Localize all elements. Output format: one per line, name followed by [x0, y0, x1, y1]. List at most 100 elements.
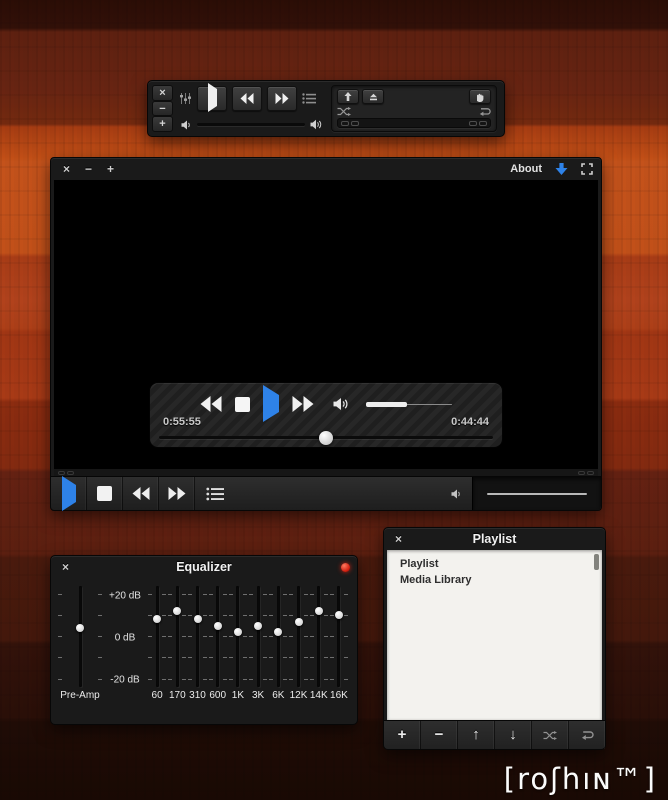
eq-scale: +20 dB0 dB-20 dB — [103, 588, 147, 688]
eq-slider[interactable] — [57, 586, 103, 687]
eq-slider[interactable] — [187, 586, 207, 687]
seek-left-handle[interactable] — [341, 121, 359, 126]
mini-volume-slider[interactable] — [197, 123, 305, 126]
video-area[interactable]: 0:55:55 0:44:44 — [54, 180, 598, 469]
overlay-seek-handle[interactable] — [319, 431, 333, 445]
main-titlebar[interactable]: × − + About — [51, 158, 601, 180]
eq-handle[interactable] — [295, 618, 303, 626]
eq-slider[interactable] — [228, 586, 248, 687]
eq-scale-label: 0 dB — [103, 633, 147, 644]
up-arrow-button[interactable] — [337, 89, 359, 104]
eq-handle[interactable] — [335, 611, 343, 619]
shuffle-icon[interactable] — [337, 107, 351, 116]
eq-handle[interactable] — [315, 607, 323, 615]
download-arrow-icon[interactable] — [555, 163, 568, 175]
eq-handle[interactable] — [76, 624, 84, 632]
eq-handle[interactable] — [153, 615, 161, 623]
seek-right-handle[interactable] — [469, 121, 487, 126]
overlay-volume-slider[interactable] — [366, 402, 452, 407]
eq-band-label: 310 — [189, 687, 206, 704]
volume-icon[interactable] — [333, 397, 349, 411]
minimize-button[interactable]: − — [81, 163, 96, 175]
rewind-icon[interactable] — [200, 396, 222, 412]
eq-band-label: 12K — [290, 687, 308, 704]
seek-right-handle[interactable] — [578, 471, 594, 475]
maximize-button[interactable]: + — [103, 163, 118, 175]
stop-button[interactable] — [87, 477, 123, 510]
eq-handle[interactable] — [214, 622, 222, 630]
add-button[interactable]: + — [384, 721, 421, 749]
playlist-item[interactable]: Media Library — [400, 572, 602, 588]
eq-slider[interactable] — [208, 586, 228, 687]
eq-handle[interactable] — [234, 628, 242, 636]
eq-slider[interactable] — [288, 586, 308, 687]
rewind-button[interactable] — [232, 86, 262, 111]
eq-scale-label: -20 dB — [103, 675, 147, 686]
repeat-button[interactable] — [569, 721, 605, 749]
move-down-button[interactable]: ↓ — [495, 721, 532, 749]
repeat-icon[interactable] — [478, 107, 491, 116]
minimize-button[interactable]: − — [152, 101, 173, 117]
about-link[interactable]: About — [510, 163, 542, 175]
play-button[interactable] — [51, 477, 87, 510]
close-button[interactable]: × — [152, 85, 173, 101]
elapsed-time: 0:55:55 — [163, 416, 201, 428]
playlist-item[interactable]: Playlist — [400, 556, 602, 572]
volume-high-icon[interactable] — [310, 119, 323, 130]
scrollbar-thumb[interactable] — [594, 554, 599, 570]
forward-button[interactable] — [267, 86, 297, 111]
eject-button[interactable] — [362, 89, 384, 104]
play-icon — [62, 485, 76, 503]
main-volume-slider[interactable] — [472, 477, 601, 510]
minus-icon: − — [435, 728, 444, 742]
fullscreen-icon[interactable] — [581, 163, 593, 175]
grab-button[interactable] — [469, 89, 491, 104]
close-button[interactable]: × — [58, 561, 73, 573]
eq-handle[interactable] — [194, 615, 202, 623]
grab-hand-icon — [476, 92, 484, 102]
close-button[interactable]: × — [391, 533, 406, 545]
playlist-title: Playlist — [424, 532, 565, 546]
eq-band: 12K — [288, 586, 308, 704]
eq-slider[interactable] — [268, 586, 288, 687]
volume-low-icon[interactable] — [181, 120, 192, 130]
mixer-icon[interactable] — [179, 92, 192, 105]
up-arrow-icon — [344, 92, 352, 101]
equalizer-title: Equalizer — [91, 560, 317, 574]
mini-seek-bar[interactable] — [337, 118, 491, 128]
remove-button[interactable]: − — [421, 721, 458, 749]
play-button[interactable] — [197, 86, 227, 111]
close-button[interactable]: × — [59, 163, 74, 175]
playlist-icon[interactable] — [302, 93, 317, 104]
play-icon[interactable] — [263, 395, 279, 413]
playlist-button[interactable] — [195, 477, 235, 510]
volume-icon[interactable] — [451, 489, 462, 499]
eq-slider[interactable] — [167, 586, 187, 687]
eq-band: 16K — [329, 586, 349, 704]
eq-handle[interactable] — [274, 628, 282, 636]
stop-icon[interactable] — [235, 397, 250, 412]
eq-slider[interactable] — [147, 586, 167, 687]
record-led-icon[interactable] — [341, 563, 350, 572]
maximize-button[interactable]: + — [152, 116, 173, 132]
eq-handle[interactable] — [254, 622, 262, 630]
seek-left-handle[interactable] — [58, 471, 74, 475]
rewind-button[interactable] — [123, 477, 159, 510]
eq-slider[interactable] — [309, 586, 329, 687]
eq-band-label: 3K — [252, 687, 264, 704]
playlist-list[interactable]: PlaylistMedia Library — [387, 550, 602, 720]
shuffle-button[interactable] — [532, 721, 569, 749]
overlay-seek-bar[interactable] — [159, 436, 493, 439]
eq-slider[interactable] — [248, 586, 268, 687]
forward-button[interactable] — [159, 477, 195, 510]
eq-band-label: 60 — [152, 687, 163, 704]
forward-icon[interactable] — [292, 396, 314, 412]
eq-band-label: 14K — [310, 687, 328, 704]
eq-band-label: 1K — [232, 687, 244, 704]
eq-handle[interactable] — [173, 607, 181, 615]
playlist-titlebar[interactable]: × Playlist — [384, 528, 605, 550]
eq-slider[interactable] — [329, 586, 349, 687]
move-up-button[interactable]: ↑ — [458, 721, 495, 749]
eq-band-label: 600 — [209, 687, 226, 704]
equalizer-titlebar[interactable]: × Equalizer — [51, 556, 357, 578]
